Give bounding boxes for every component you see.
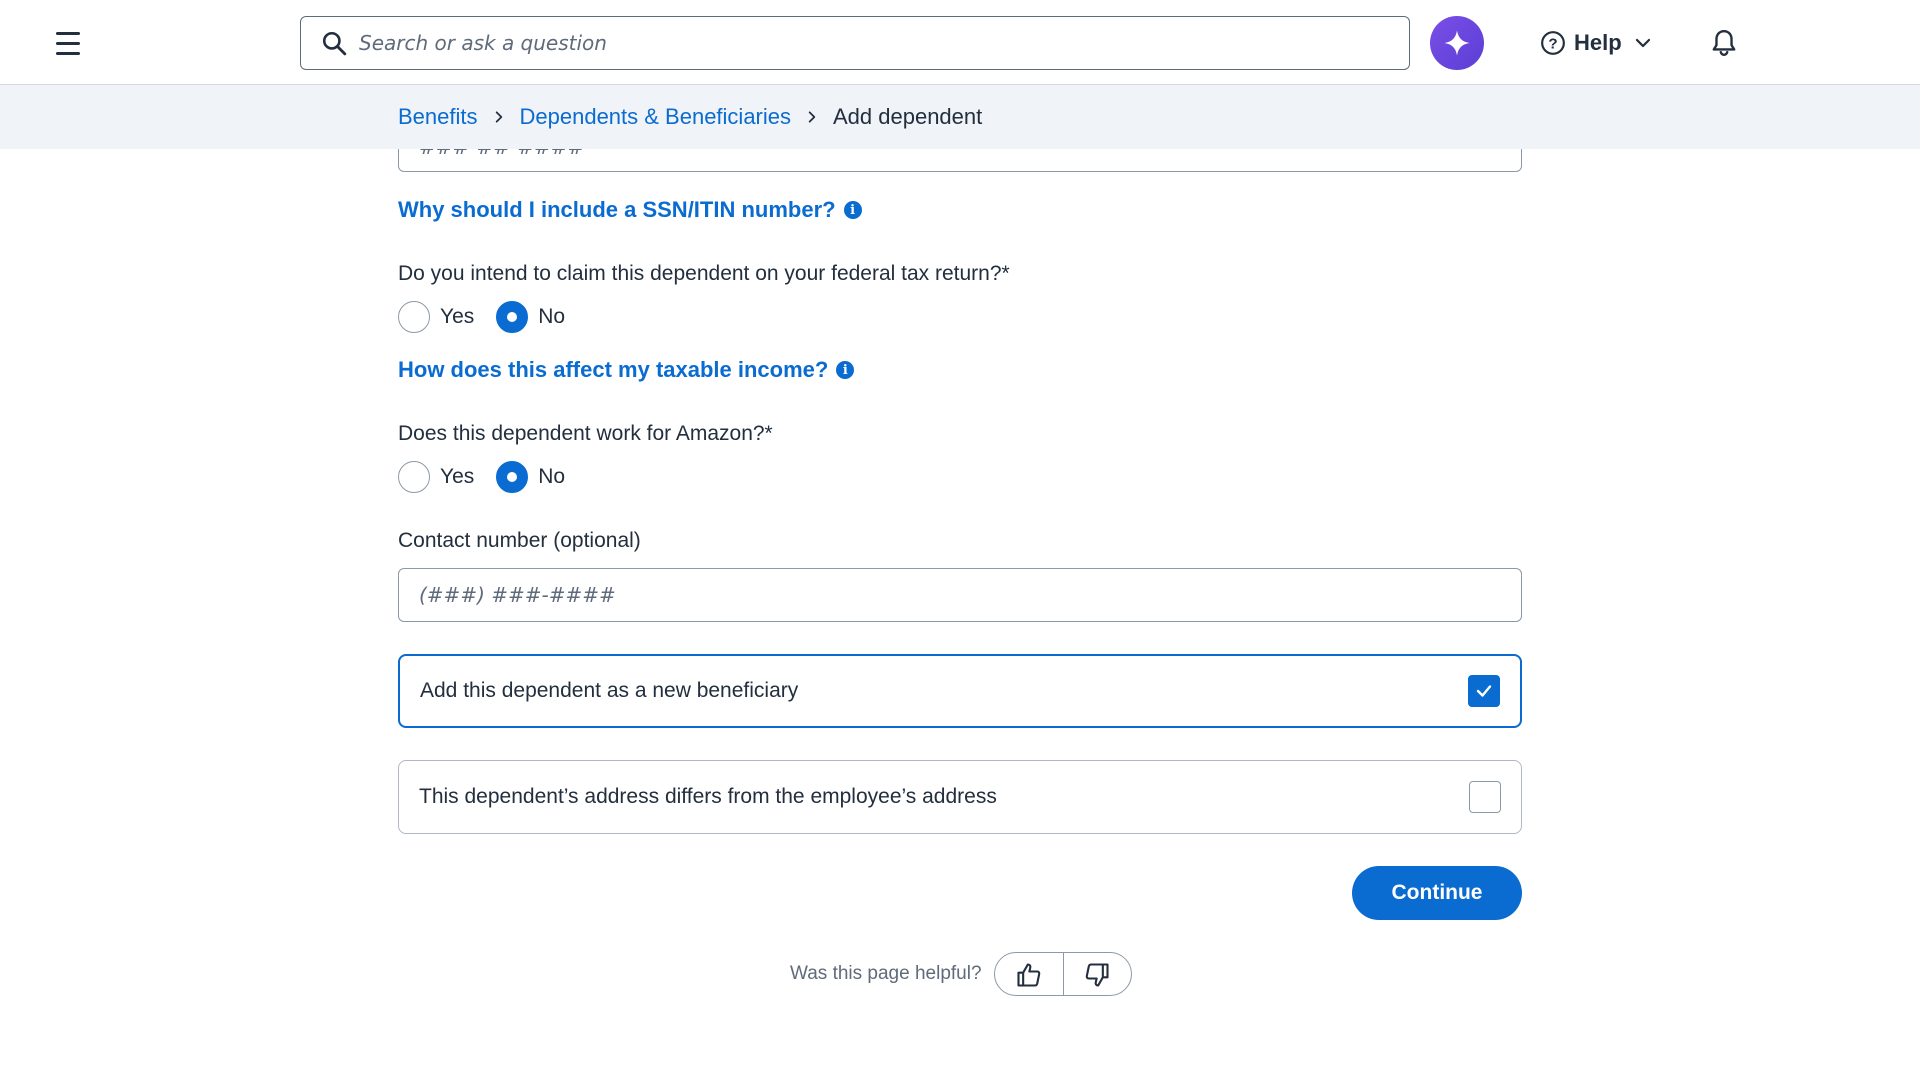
beneficiary-option[interactable]: Add this dependent as a new beneficiary <box>398 654 1522 728</box>
tax-question: Do you intend to claim this dependent on… <box>398 262 1010 285</box>
search-box[interactable] <box>300 16 1410 70</box>
chevron-right-icon <box>492 110 506 124</box>
info-icon: i <box>836 361 855 379</box>
breadcrumb-current: Add dependent <box>833 104 983 129</box>
beneficiary-label: Add this dependent as a new beneficiary <box>420 679 799 702</box>
tax-no-radio[interactable] <box>496 301 529 333</box>
tax-yes-label[interactable]: Yes <box>440 305 474 329</box>
checkmark-icon <box>1476 685 1492 697</box>
amazon-yes-label[interactable]: Yes <box>440 465 474 489</box>
help-label: Help <box>1574 30 1622 55</box>
address-differs-checkbox[interactable] <box>1469 781 1501 813</box>
top-bar: ? Help <box>0 0 1920 85</box>
ssn-help-link-text: Why should I include a SSN/ITIN number? <box>398 197 836 222</box>
info-icon: i <box>843 201 862 219</box>
sparkle-icon <box>1444 30 1470 56</box>
ai-assistant-button[interactable] <box>1430 16 1484 70</box>
tax-no-label[interactable]: No <box>538 305 565 329</box>
page-feedback: Was this page helpful? <box>790 952 1132 996</box>
amazon-question: Does this dependent work for Amazon?* <box>398 422 773 445</box>
chevron-down-icon <box>1635 38 1650 48</box>
question-circle-icon: ? <box>1541 31 1565 55</box>
taxable-income-help-link-text: How does this affect my taxable income? <box>398 357 829 382</box>
amazon-radio-group: Yes No <box>398 461 587 493</box>
thumbs-down-icon[interactable] <box>1062 953 1131 995</box>
tax-yes-radio[interactable] <box>398 301 430 333</box>
search-input[interactable] <box>359 31 1359 55</box>
breadcrumb-benefits[interactable]: Benefits <box>398 104 478 130</box>
taxable-income-help-link[interactable]: How does this affect my taxable income? … <box>398 357 855 383</box>
feedback-vote-group <box>993 952 1132 996</box>
thumbs-up-icon[interactable] <box>995 953 1063 995</box>
breadcrumb: Benefits Dependents & Beneficiaries Add … <box>0 85 1920 149</box>
amazon-no-label[interactable]: No <box>538 465 565 489</box>
continue-button[interactable]: Continue <box>1352 866 1522 920</box>
tax-radio-group: Yes No <box>398 301 587 333</box>
beneficiary-checkbox[interactable] <box>1468 675 1500 707</box>
amazon-no-radio[interactable] <box>496 461 529 493</box>
address-differs-label: This dependent’s address differs from th… <box>419 785 997 808</box>
chevron-right-icon <box>805 110 819 124</box>
address-differs-option[interactable]: This dependent’s address differs from th… <box>398 760 1522 834</box>
breadcrumb-dependents-beneficiaries[interactable]: Dependents & Beneficiaries <box>520 104 792 130</box>
search-icon <box>322 31 347 56</box>
notifications-bell-icon[interactable] <box>1708 26 1740 60</box>
contact-number-label: Contact number (optional) <box>398 529 641 552</box>
ssn-help-link[interactable]: Why should I include a SSN/ITIN number? … <box>398 197 862 223</box>
contact-number-input[interactable] <box>398 568 1522 622</box>
svg-text:?: ? <box>1548 35 1557 52</box>
hamburger-menu-icon[interactable] <box>52 28 86 58</box>
amazon-yes-radio[interactable] <box>398 461 430 493</box>
help-menu[interactable]: ? Help <box>1540 26 1652 60</box>
feedback-question: Was this page helpful? <box>790 963 982 984</box>
